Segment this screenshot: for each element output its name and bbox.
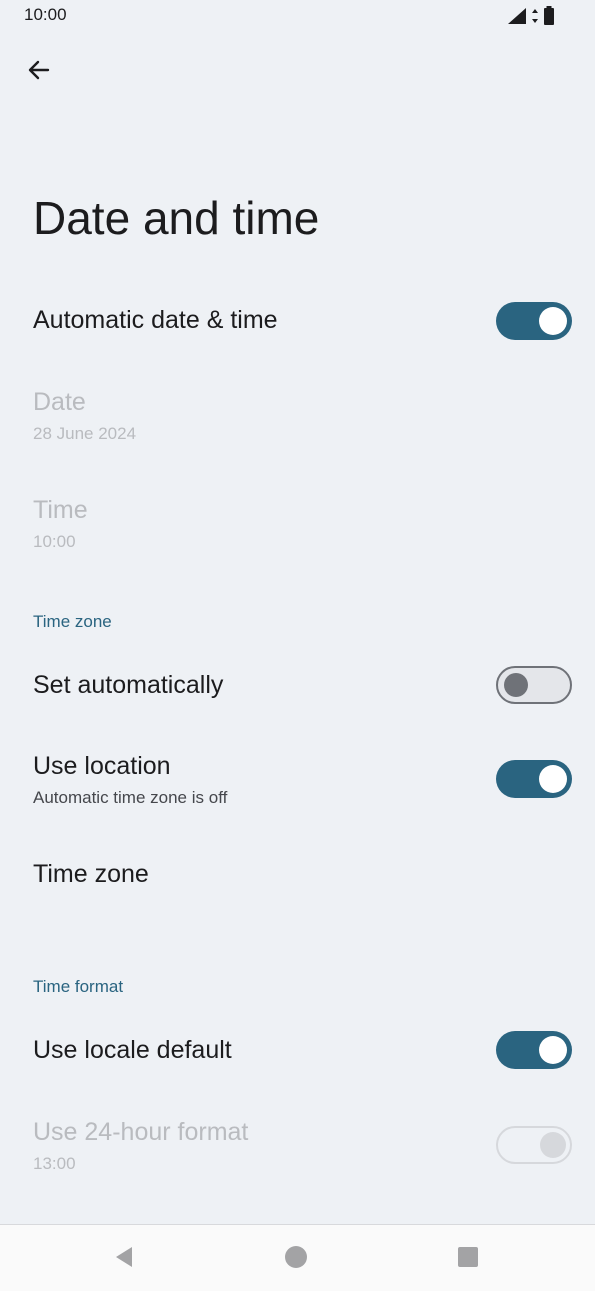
navigation-bar [0, 1224, 595, 1291]
use-location-row[interactable]: Use location Automatic time zone is off [0, 736, 595, 832]
automatic-date-time-label: Automatic date & time [33, 306, 278, 334]
switch-thumb [539, 765, 567, 793]
switch-thumb [539, 307, 567, 335]
status-icons [507, 6, 555, 31]
switch-thumb [539, 1036, 567, 1064]
nav-home-button[interactable] [276, 1239, 316, 1279]
section-header-time-zone: Time zone [33, 612, 112, 631]
arrow-left-icon [26, 57, 52, 88]
use-24-hour-format-summary: 13:00 [33, 1154, 76, 1173]
data-arrows-icon [531, 8, 539, 29]
use-location-label: Use location [33, 752, 171, 780]
use-locale-default-label: Use locale default [33, 1036, 232, 1064]
time-zone-label: Time zone [33, 860, 149, 888]
switch-thumb [540, 1132, 566, 1158]
date-label: Date [33, 388, 86, 416]
recents-square-icon [456, 1245, 480, 1274]
page-title: Date and time [33, 192, 320, 244]
time-value: 10:00 [33, 532, 76, 551]
set-automatically-row[interactable]: Set automatically [0, 646, 595, 726]
nav-recents-button[interactable] [448, 1239, 488, 1279]
date-row: Date 28 June 2024 [0, 370, 595, 470]
nav-back-button[interactable] [104, 1239, 144, 1279]
back-button[interactable] [17, 50, 61, 94]
use-locale-default-row[interactable]: Use locale default [0, 1010, 595, 1090]
time-label: Time [33, 496, 88, 524]
switch-thumb [504, 673, 528, 697]
use-24-hour-format-label: Use 24-hour format [33, 1118, 249, 1146]
time-row: Time 10:00 [0, 478, 595, 578]
back-triangle-icon [112, 1245, 136, 1274]
use-location-switch[interactable] [496, 760, 572, 798]
battery-icon [543, 6, 555, 31]
signal-icon [507, 7, 527, 30]
status-bar: 10:00 [0, 0, 595, 32]
automatic-date-time-row[interactable]: Automatic date & time [0, 282, 595, 362]
set-automatically-label: Set automatically [33, 671, 224, 699]
status-time: 10:00 [24, 5, 67, 24]
home-circle-icon [284, 1245, 308, 1274]
automatic-date-time-switch[interactable] [496, 302, 572, 340]
date-value: 28 June 2024 [33, 424, 137, 443]
set-automatically-switch[interactable] [496, 666, 572, 704]
time-zone-row[interactable]: Time zone [0, 840, 595, 912]
use-locale-default-switch[interactable] [496, 1031, 572, 1069]
use-24-hour-format-row: Use 24-hour format 13:00 [0, 1100, 595, 1196]
use-location-summary: Automatic time zone is off [33, 788, 228, 807]
section-header-time-format: Time format [33, 977, 124, 996]
use-24-hour-format-switch [496, 1126, 572, 1164]
